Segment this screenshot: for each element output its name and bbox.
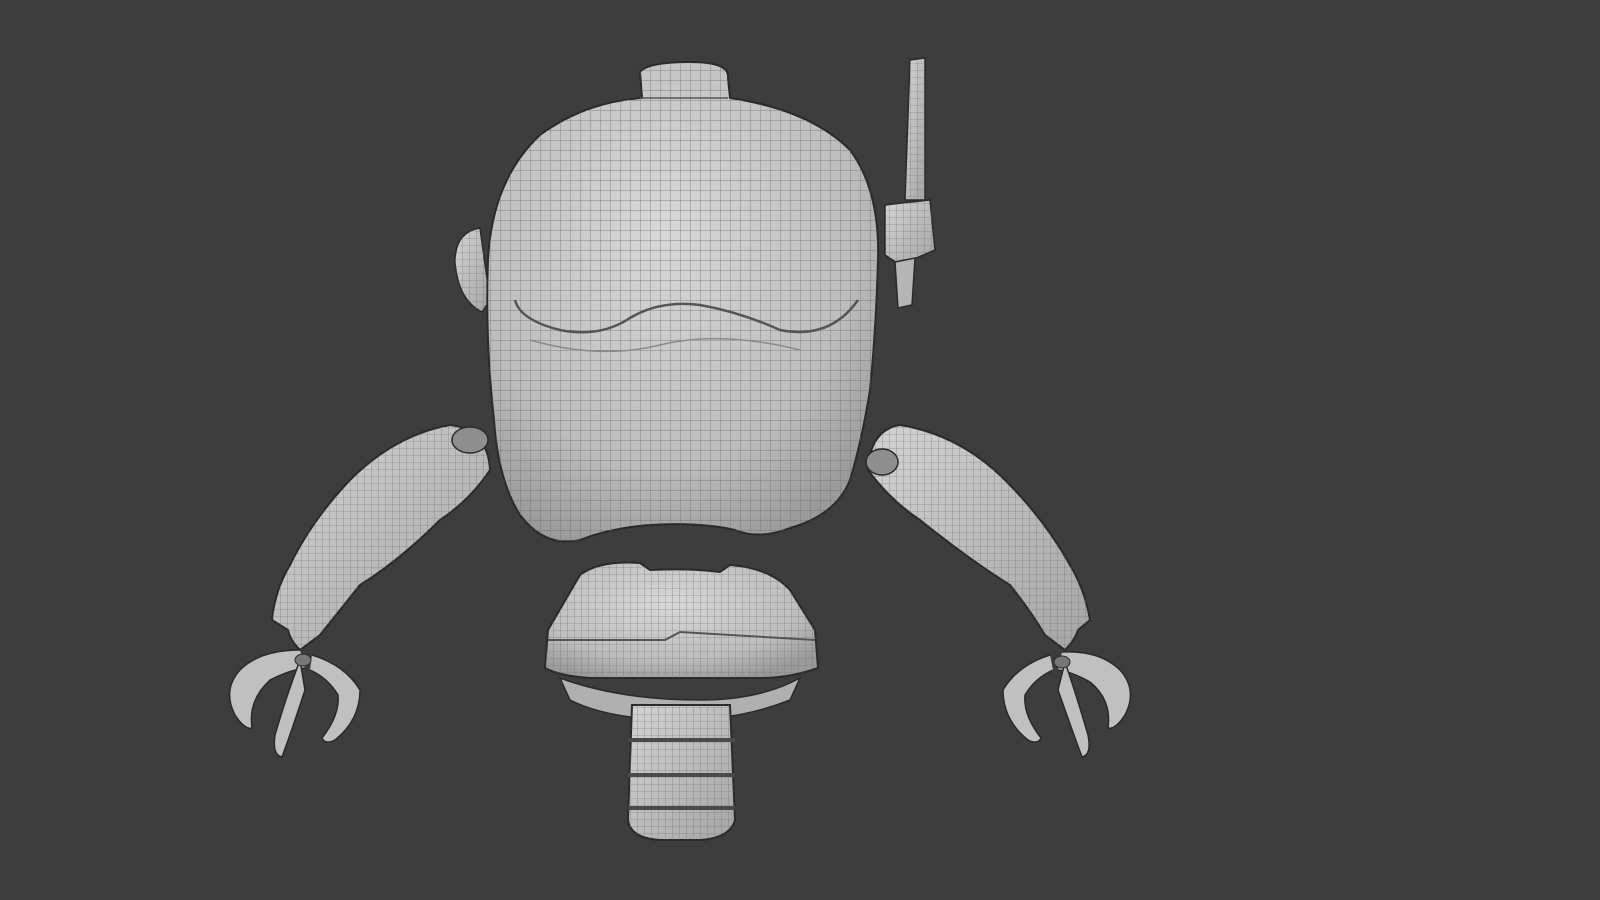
torso[interactable] [543, 561, 820, 721]
antenna[interactable] [884, 57, 936, 309]
left-arm[interactable] [228, 423, 492, 758]
viewport-canvas[interactable] [0, 0, 1600, 900]
robot-head[interactable] [486, 60, 880, 543]
3d-viewport[interactable] [0, 0, 1600, 900]
waist[interactable] [626, 704, 737, 841]
left-ear[interactable] [454, 227, 491, 313]
right-arm[interactable] [865, 423, 1132, 758]
